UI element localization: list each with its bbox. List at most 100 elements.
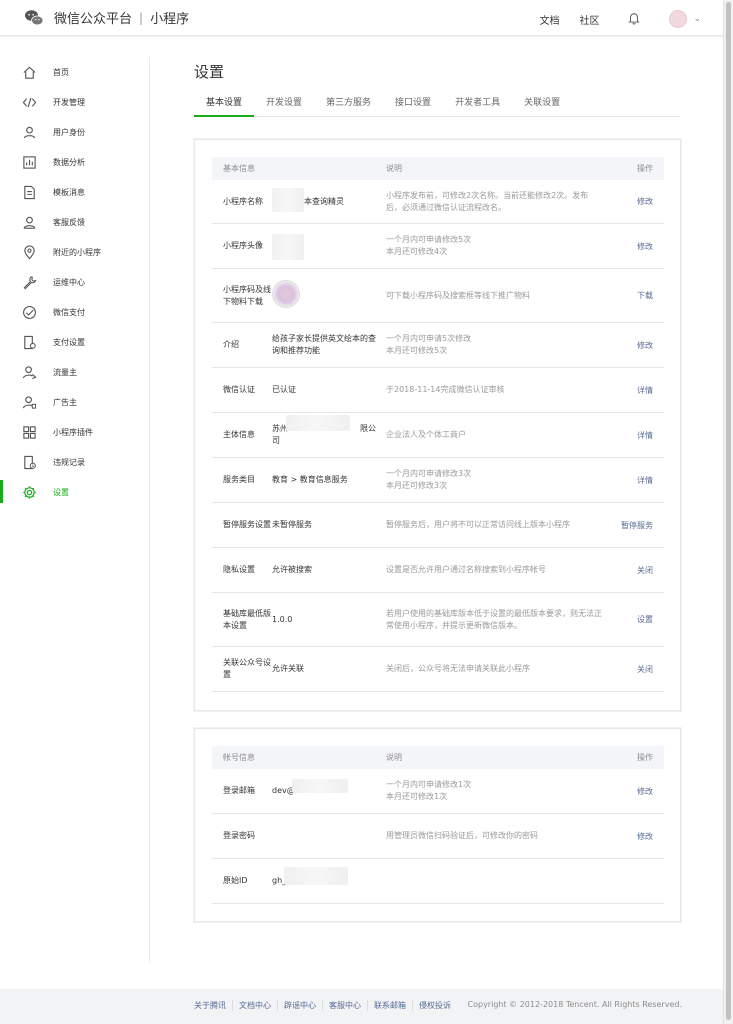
tab-0[interactable]: 基本设置 xyxy=(194,95,255,117)
row-action-link[interactable]: 修改 xyxy=(604,241,664,252)
docs-link[interactable]: 文档 xyxy=(539,12,559,27)
location-icon xyxy=(22,244,37,260)
row-action-link[interactable]: 下载 xyxy=(604,290,664,301)
document-icon xyxy=(22,185,37,200)
row-action-link[interactable]: 暂停服务 xyxy=(604,520,664,531)
tab-4[interactable]: 开发者工具 xyxy=(443,95,512,117)
brand[interactable]: 微信公众平台 | 小程序 xyxy=(24,8,189,27)
row-action-link[interactable]: 修改 xyxy=(604,196,664,207)
redacted-email xyxy=(292,779,348,793)
sidebar-item-chart[interactable]: 数据分析 xyxy=(0,147,149,177)
header-col-desc: 说明 xyxy=(386,163,402,173)
row-name: 登录邮箱 xyxy=(223,786,255,795)
wechat-pay-icon xyxy=(22,305,37,320)
row-name: 小程序名称 xyxy=(223,196,263,206)
footer-link[interactable]: 联系邮箱 xyxy=(367,1000,412,1011)
row-action-link[interactable]: 修改 xyxy=(604,786,664,797)
sidebar-item-settings-gear[interactable]: 设置 xyxy=(0,477,149,507)
violation-record-icon xyxy=(22,455,37,470)
row-value: 未暂停服务 xyxy=(272,520,312,529)
redacted-entity-name xyxy=(286,415,350,431)
table-row: 服务类目 教育 > 教育信息服务 一个月内可申请修改3次 本月还可修改3次 详情 xyxy=(212,458,664,503)
row-desc: 一个月内可申请修改3次 本月还可修改3次 xyxy=(386,469,472,490)
row-action-link[interactable]: 修改 xyxy=(604,340,664,351)
tab-2[interactable]: 第三方服务 xyxy=(314,95,383,117)
wechat-logo-icon xyxy=(25,9,44,25)
footer-link[interactable]: 辟谣中心 xyxy=(277,1000,322,1011)
sidebar-item-code[interactable]: 开发管理 xyxy=(0,87,149,117)
chevron-down-icon[interactable]: ⌄ xyxy=(693,14,701,24)
sidebar-item-payment-settings[interactable]: 支付设置 xyxy=(0,327,149,357)
tab-3[interactable]: 接口设置 xyxy=(383,95,443,117)
row-name: 小程序码及线下物料下载 xyxy=(223,284,271,306)
row-desc: 一个月内可申请修改1次 本月还可修改1次 xyxy=(386,780,472,801)
wrench-icon xyxy=(22,275,37,290)
sidebar-item-label: 支付设置 xyxy=(53,337,85,347)
sidebar-item-label: 数据分析 xyxy=(53,157,85,167)
sidebar-item-user[interactable]: 用户身份 xyxy=(0,117,149,147)
sidebar-item-document[interactable]: 模板消息 xyxy=(0,177,149,207)
row-name: 原始ID xyxy=(223,876,248,885)
sidebar-item-label: 首页 xyxy=(53,67,69,77)
sidebar-item-plugin[interactable]: 小程序插件 xyxy=(0,417,149,447)
row-action-link[interactable]: 详情 xyxy=(604,385,664,396)
sidebar-item-label: 附近的小程序 xyxy=(53,247,101,257)
sidebar-item-label: 运维中心 xyxy=(53,277,85,287)
sidebar-item-traffic-user[interactable]: 流量主 xyxy=(0,357,149,387)
row-action-link[interactable]: 关闭 xyxy=(604,565,664,576)
footer-link[interactable]: 文档中心 xyxy=(232,1000,277,1011)
table-row: 关联公众号设置 允许关联 关闭后，公众号将无法申请关联此小程序 关闭 xyxy=(212,647,664,692)
sidebar-item-home[interactable]: 首页 xyxy=(0,57,149,87)
sidebar-item-label: 微信支付 xyxy=(53,307,85,317)
traffic-user-icon xyxy=(22,365,37,380)
sidebar-item-advertiser[interactable]: 广告主 xyxy=(0,387,149,417)
table-row: 小程序头像 一个月内可申请修改5次 本月还可修改4次 修改 xyxy=(212,224,664,269)
sidebar-item-wechat-pay[interactable]: 微信支付 xyxy=(0,297,149,327)
row-value: 允许被搜索 xyxy=(272,565,312,574)
brand-separator: | xyxy=(139,10,144,25)
sidebar-item-label: 设置 xyxy=(53,487,69,497)
scrollbar-thumb[interactable] xyxy=(726,2,731,1020)
tab-5[interactable]: 关联设置 xyxy=(512,95,572,117)
row-action-link[interactable]: 详情 xyxy=(604,475,664,486)
sidebar-item-wrench[interactable]: 运维中心 xyxy=(0,267,149,297)
table-row: 隐私设置 允许被搜索 设置是否允许用户通过名称搜索到小程序帐号 关闭 xyxy=(212,548,664,593)
bell-icon[interactable] xyxy=(627,12,641,26)
row-action-link[interactable]: 详情 xyxy=(604,430,664,441)
scrollbar[interactable] xyxy=(723,0,733,1024)
row-desc: 若用户使用的基础库版本低于设置的最低版本要求，则无法正常使用小程序，并提示更新微… xyxy=(386,608,602,630)
row-value: 给孩子家长提供英文绘本的查询和推荐功能 xyxy=(272,334,376,355)
product-name: 小程序 xyxy=(150,12,190,27)
row-desc: 用管理员微信扫码验证后，可修改你的密码 xyxy=(386,831,538,840)
footer-link[interactable]: 侵权投诉 xyxy=(412,1000,457,1011)
header-col-desc: 说明 xyxy=(386,752,402,762)
row-name: 关联公众号设置 xyxy=(223,658,271,679)
row-value: dev@ xyxy=(272,779,380,797)
row-desc: 关闭后，公众号将无法申请关联此小程序 xyxy=(386,664,530,673)
mini-program-code-image xyxy=(272,279,300,308)
footer-link[interactable]: 客服中心 xyxy=(322,1000,367,1011)
plugin-icon xyxy=(22,425,37,440)
table-row: 介绍 给孩子家长提供英文绘本的查询和推荐功能 一个月内可申请5次修改 本月还可修改5… xyxy=(212,323,664,368)
basic_info-header: 基本信息 说明 操作 xyxy=(212,157,664,180)
sidebar-item-violation-record[interactable]: 违规记录 xyxy=(0,447,149,477)
row-action-link[interactable]: 修改 xyxy=(604,831,664,842)
payment-settings-icon xyxy=(22,335,37,350)
sidebar-item-customer-service[interactable]: 客服反馈 xyxy=(0,207,149,237)
tab-1[interactable]: 开发设置 xyxy=(254,95,314,117)
footer-link[interactable]: 关于腾讯 xyxy=(194,1000,232,1011)
content: 设置 基本设置 开发设置 第三方服务 接口设置 开发者工具 关联设置 xyxy=(194,61,682,117)
sidebar-item-location[interactable]: 附近的小程序 xyxy=(0,237,149,267)
top-bar: 微信公众平台 | 小程序 文档 社区 ⌄ xyxy=(0,0,723,36)
row-action-link[interactable]: 关闭 xyxy=(604,664,664,675)
community-link[interactable]: 社区 xyxy=(579,12,599,27)
sidebar: 首页开发管理 用户身份数据分析模板消息 客服反馈附近的小程序 运维中心微信支付支付设置… xyxy=(0,57,150,962)
row-desc: 小程序发布前，可修改2次名称。当前还能修改2次。发布后，必须通过微信认证流程改名… xyxy=(386,190,589,212)
table-row: 微信认证 已认证 于2018-11-14完成微信认证审核 详情 xyxy=(212,368,664,413)
chart-icon xyxy=(22,155,37,170)
avatar[interactable] xyxy=(669,10,688,28)
account-info-card: 帐号信息 说明 操作 登录邮箱 dev@ 一个月内可申请修改1次 本月还可修改1次 修改 登录… xyxy=(194,728,681,922)
copyright: Copyright © 2012-2018 Tencent. All Right… xyxy=(467,1000,682,1009)
page-title: 设置 xyxy=(194,63,225,81)
row-action-link[interactable]: 设置 xyxy=(604,614,664,625)
